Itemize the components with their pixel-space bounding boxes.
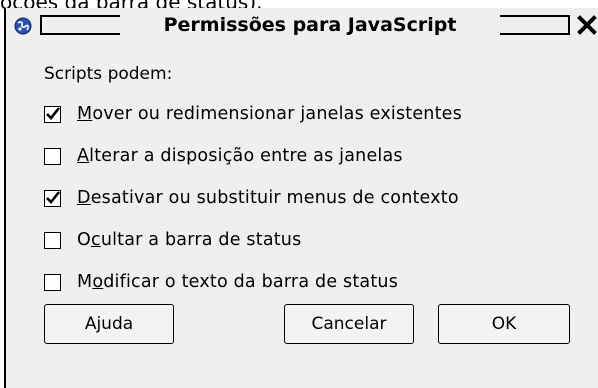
help-button[interactable]: Ajuda xyxy=(44,304,174,344)
checkmark-icon xyxy=(46,106,61,120)
title-frame: Permissões para JavaScript xyxy=(40,14,570,36)
option-hide-status-bar[interactable]: Ocultar a barra de status xyxy=(44,228,301,252)
dialog-titlebar[interactable]: Permissões para JavaScript xyxy=(6,8,598,42)
checkbox[interactable] xyxy=(44,273,61,291)
close-x-icon[interactable] xyxy=(576,14,598,36)
checkbox[interactable] xyxy=(44,231,61,249)
checkbox[interactable] xyxy=(44,189,61,207)
option-label: Ocultar a barra de status xyxy=(77,230,302,250)
checkbox[interactable] xyxy=(44,147,61,165)
ok-button[interactable]: OK xyxy=(438,304,570,344)
option-change-status-text[interactable]: Modificar o texto da barra de status xyxy=(44,270,398,294)
checkbox[interactable] xyxy=(44,105,61,123)
cancel-button[interactable]: Cancelar xyxy=(284,304,414,344)
checkmark-icon xyxy=(46,190,61,204)
screen: oções da barra de status). Permissões pa… xyxy=(0,0,598,388)
title-frame-right-edge xyxy=(565,15,570,35)
option-disable-context-menus[interactable]: Desativar ou substituir menus de context… xyxy=(44,186,459,210)
globe-app-icon[interactable] xyxy=(14,17,32,35)
scripts-prompt-label: Scripts podem: xyxy=(44,64,173,84)
option-label: Mover ou redimensionar janelas existente… xyxy=(77,104,462,124)
dialog-title: Permissões para JavaScript xyxy=(120,14,500,36)
option-move-resize-windows[interactable]: Mover ou redimensionar janelas existente… xyxy=(44,102,462,126)
javascript-permissions-dialog: Permissões para JavaScript Scripts podem… xyxy=(4,8,598,388)
option-label: Modificar o texto da barra de status xyxy=(77,272,399,292)
option-label: Desativar ou substituir menus de context… xyxy=(77,188,459,208)
option-raise-lower-windows[interactable]: Alterar a disposição entre as janelas xyxy=(44,144,403,168)
option-label: Alterar a disposição entre as janelas xyxy=(77,146,403,166)
